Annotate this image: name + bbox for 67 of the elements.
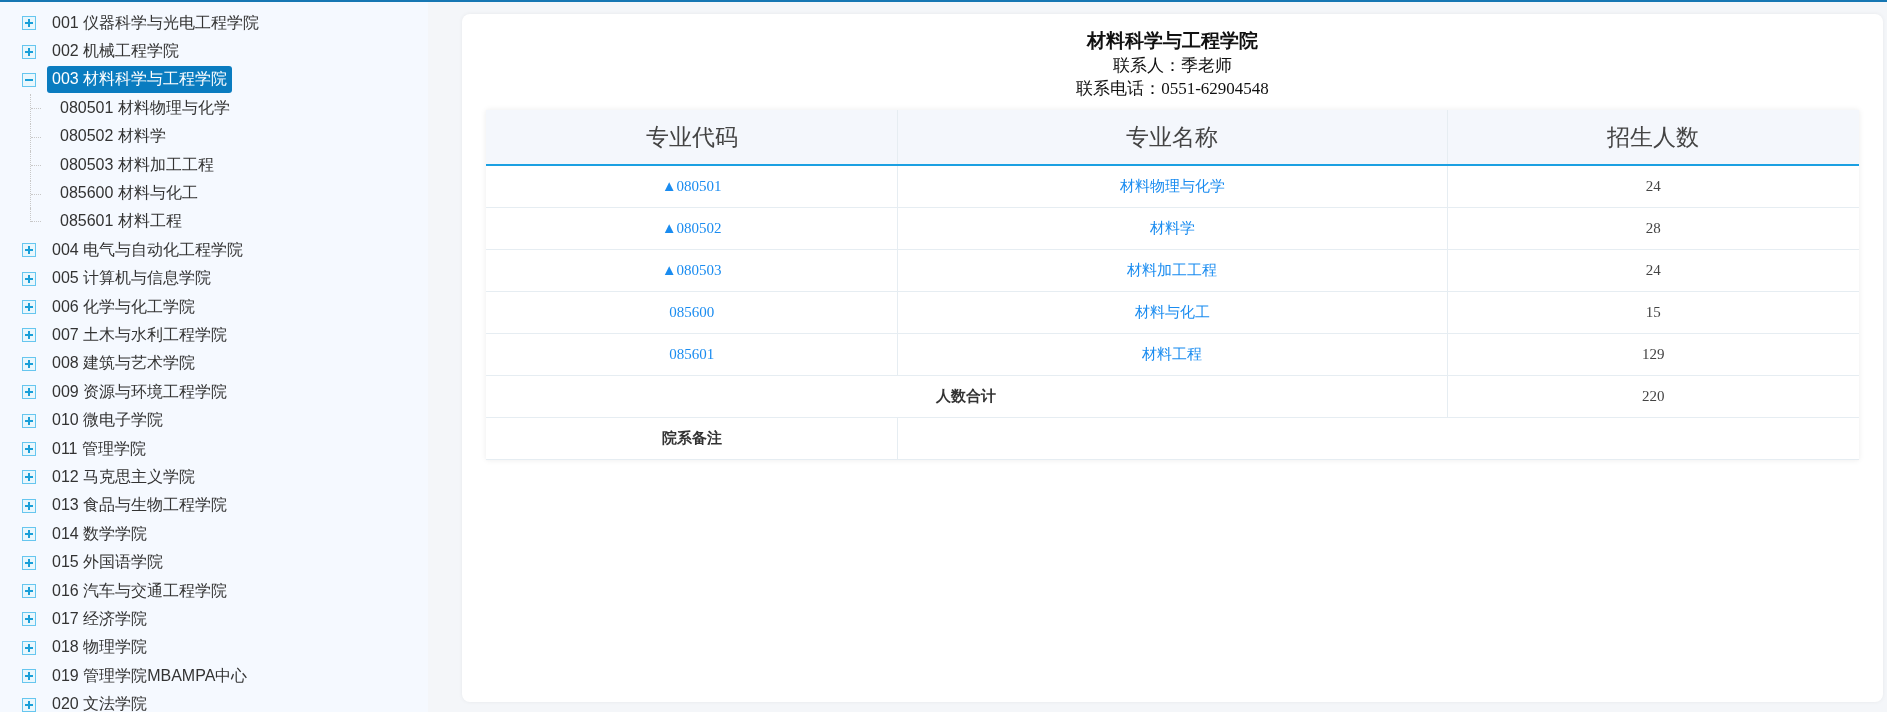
major-name-link[interactable]: 材料工程 (1142, 346, 1203, 362)
tree-item[interactable]: 012 马克思主义学院 (47, 463, 201, 491)
collapse-icon[interactable] (22, 72, 36, 87)
expand-icon[interactable] (22, 300, 36, 315)
contact-person: 联系人：季老师 (1113, 55, 1232, 77)
expand-icon[interactable] (22, 413, 36, 428)
department-title: 材料科学与工程学院 (1087, 29, 1258, 53)
major-code-link[interactable]: 085601 (669, 346, 715, 362)
expand-icon[interactable] (22, 356, 36, 371)
expand-icon[interactable] (22, 584, 36, 598)
expand-icon[interactable] (22, 527, 36, 542)
tree-item[interactable]: 013 食品与生物工程学院 (47, 492, 233, 520)
tree-item[interactable]: 004 电气与自动化工程学院 (47, 236, 249, 264)
expand-icon[interactable] (22, 16, 36, 31)
expand-icon[interactable] (22, 697, 36, 712)
table-cell: 24 (1447, 249, 1859, 292)
tree-item[interactable]: 019 管理学院MBAMPA中心 (47, 662, 253, 690)
tree-item[interactable]: 015 外国语学院 (47, 549, 169, 577)
tree-item[interactable]: 014 数学学院 (47, 520, 153, 548)
table-cell: 28 (1447, 207, 1859, 250)
tree-item[interactable]: 018 物理学院 (47, 634, 153, 662)
expand-icon[interactable] (22, 612, 36, 627)
tree-item[interactable]: 080503 材料加工工程 (55, 151, 219, 179)
expand-icon[interactable] (22, 640, 36, 655)
column-header: 招生人数 (1447, 110, 1859, 165)
expand-icon[interactable] (22, 470, 36, 485)
expand-icon[interactable] (22, 271, 36, 286)
expand-icon[interactable] (22, 44, 36, 59)
table-cell: 220 (1447, 375, 1859, 418)
table-cell: 129 (1447, 333, 1859, 376)
table-cell: 人数合计 (486, 375, 1448, 418)
expand-icon[interactable] (22, 328, 36, 343)
major-code-link[interactable]: 085600 (669, 304, 715, 320)
major-name-link[interactable]: 材料与化工 (1135, 304, 1210, 320)
tree-item[interactable]: 007 土木与水利工程学院 (47, 322, 233, 349)
expand-icon[interactable] (22, 442, 36, 457)
tree-item[interactable]: 085601 材料工程 (55, 208, 187, 236)
tree-item[interactable]: 017 经济学院 (47, 605, 153, 633)
tree-item[interactable]: 020 文法学院 (47, 691, 153, 712)
tree-item[interactable]: 016 汽车与交通工程学院 (47, 577, 233, 605)
expand-icon[interactable] (22, 498, 36, 513)
column-header: 专业代码 (486, 110, 898, 165)
tree-item[interactable]: 008 建筑与艺术学院 (47, 350, 201, 378)
expand-icon[interactable] (22, 243, 36, 258)
tree-item[interactable]: 005 计算机与信息学院 (47, 265, 217, 293)
expand-icon[interactable] (22, 555, 36, 570)
tree-item[interactable]: 011 管理学院 (47, 435, 151, 463)
major-name-link[interactable]: 材料加工工程 (1127, 262, 1218, 278)
column-header: 专业名称 (897, 110, 1448, 165)
tree-item[interactable]: 085600 材料与化工 (55, 180, 203, 208)
expand-icon[interactable] (22, 669, 36, 684)
major-name-link[interactable]: 材料学 (1150, 220, 1195, 236)
tree-item[interactable]: 080501 材料物理与化学 (55, 94, 235, 122)
table-cell: 院系备注 (486, 417, 898, 460)
tree-item[interactable]: 006 化学与化工学院 (47, 293, 201, 321)
contact-phone: 联系电话：0551-62904548 (1076, 78, 1269, 100)
major-name-link[interactable]: 材料物理与化学 (1120, 178, 1225, 194)
tree-item[interactable]: 010 微电子学院 (47, 407, 169, 435)
tree-item[interactable]: 001 仪器科学与光电工程学院 (47, 9, 265, 37)
tree-item[interactable]: 003 材料科学与工程学院 (47, 66, 233, 94)
table-cell: 15 (1447, 291, 1859, 334)
major-code-link[interactable]: ▲080503 (661, 262, 722, 278)
expand-icon[interactable] (22, 385, 36, 400)
tree-item[interactable]: 002 机械工程学院 (47, 38, 185, 66)
tree-item[interactable]: 009 资源与环境工程学院 (47, 378, 233, 406)
tree-item[interactable]: 080502 材料学 (55, 123, 171, 151)
table-cell: 24 (1447, 165, 1859, 208)
